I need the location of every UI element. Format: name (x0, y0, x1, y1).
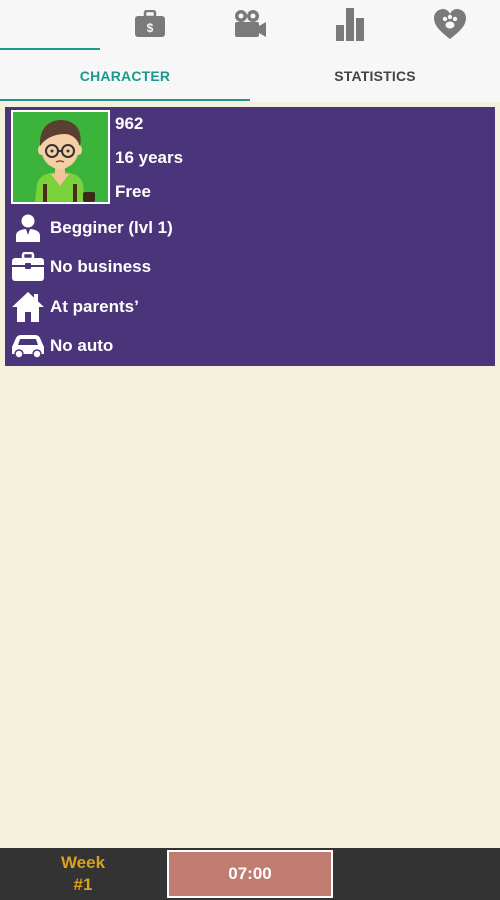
bar-chart-icon[interactable] (300, 0, 400, 48)
job-row[interactable]: Begginer (lvl 1) (5, 209, 495, 247)
tab-statistics[interactable]: STATISTICS (250, 50, 500, 102)
home-tab-slot[interactable] (0, 0, 100, 48)
avatar[interactable] (11, 110, 110, 204)
car-label: No auto (50, 336, 114, 355)
money-value: 962 (115, 114, 144, 133)
time-button[interactable]: 07:00 (167, 850, 333, 898)
heart-paw-icon[interactable] (400, 0, 500, 48)
relationship-status: Free (115, 182, 151, 201)
svg-text:$: $ (147, 21, 154, 35)
tab-character[interactable]: CHARACTER (0, 50, 250, 102)
top-icon-bar: $ (0, 0, 500, 50)
home-row[interactable]: At parents’ (5, 288, 495, 326)
age-value: 16 years (115, 148, 184, 167)
week-number: #1 (73, 875, 93, 894)
tab-active-underline (0, 99, 250, 101)
character-card: 962 16 years Free Begginer (lvl 1) No bu… (5, 107, 495, 366)
business-label: No business (50, 257, 152, 276)
job-label: Begginer (lvl 1) (50, 218, 173, 237)
week-label: Week (60, 853, 106, 872)
worker-icon (5, 209, 50, 247)
business-row[interactable]: No business (5, 248, 495, 286)
video-camera-icon[interactable] (200, 0, 300, 48)
tab-bar: CHARACTER STATISTICS (0, 50, 500, 102)
briefcase-money-icon[interactable]: $ (100, 0, 200, 48)
bottom-bar: Week #1 07:00 (0, 848, 500, 900)
car-row[interactable]: No auto (5, 327, 495, 365)
briefcase-icon (5, 248, 50, 286)
house-icon (5, 288, 50, 326)
week-indicator: Week #1 (40, 852, 126, 896)
car-icon (5, 327, 50, 365)
home-label: At parents’ (50, 297, 139, 316)
